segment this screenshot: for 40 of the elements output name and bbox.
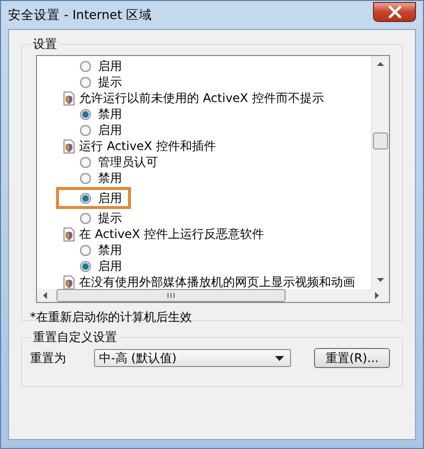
option-label: 管理员认可 xyxy=(98,154,158,170)
radio-button[interactable] xyxy=(80,172,91,184)
radio-button[interactable] xyxy=(80,76,91,88)
reset-label: 重置为 xyxy=(30,350,67,366)
vertical-scrollbar[interactable] xyxy=(371,56,389,289)
option-label: 禁用 xyxy=(98,106,122,122)
radio-button[interactable] xyxy=(80,124,91,136)
document-icon xyxy=(63,274,75,289)
setting-label: 允许运行以前未使用的 ActiveX 控件而不提示 xyxy=(79,90,324,106)
option-label: 启用 xyxy=(98,58,122,74)
close-icon xyxy=(388,6,402,18)
setting-label: 在没有使用外部媒体播放机的网页上显示视频和动画 xyxy=(79,274,355,289)
document-icon xyxy=(63,138,75,154)
window-title: 安全设置 - Internet 区域 xyxy=(8,6,152,24)
document-icon xyxy=(63,226,75,242)
option-label: 提示 xyxy=(98,74,122,90)
group-title: 重置自定义设置 xyxy=(32,329,118,346)
close-button[interactable] xyxy=(373,2,416,22)
radio-button[interactable] xyxy=(80,212,91,224)
radio-button[interactable] xyxy=(80,60,91,72)
option-label: 禁用 xyxy=(98,242,122,258)
option-label: 禁用 xyxy=(98,170,122,186)
restart-note: *在重新启动你的计算机后生效 xyxy=(30,309,193,326)
caret-icon xyxy=(275,356,284,360)
option-label: 启用 xyxy=(98,190,122,206)
radio-button[interactable] xyxy=(80,156,91,168)
document-icon xyxy=(63,90,75,106)
option-label: 启用 xyxy=(98,258,122,274)
radio-button[interactable] xyxy=(80,192,91,204)
group-title: 设置 xyxy=(32,36,58,53)
radio-button[interactable] xyxy=(80,108,91,120)
setting-label: 在 ActiveX 控件上运行反恶意软件 xyxy=(79,226,264,242)
option-label: 提示 xyxy=(98,210,122,226)
radio-button[interactable] xyxy=(80,244,91,256)
option-label: 启用 xyxy=(98,122,122,138)
setting-label: 运行 ActiveX 控件和插件 xyxy=(79,138,216,154)
radio-button[interactable] xyxy=(80,260,91,272)
reset-button[interactable]: 重置(R)... xyxy=(314,348,390,368)
horizontal-scrollbar[interactable] xyxy=(37,289,389,302)
level-dropdown[interactable]: 中-高 (默认值) xyxy=(94,349,291,367)
